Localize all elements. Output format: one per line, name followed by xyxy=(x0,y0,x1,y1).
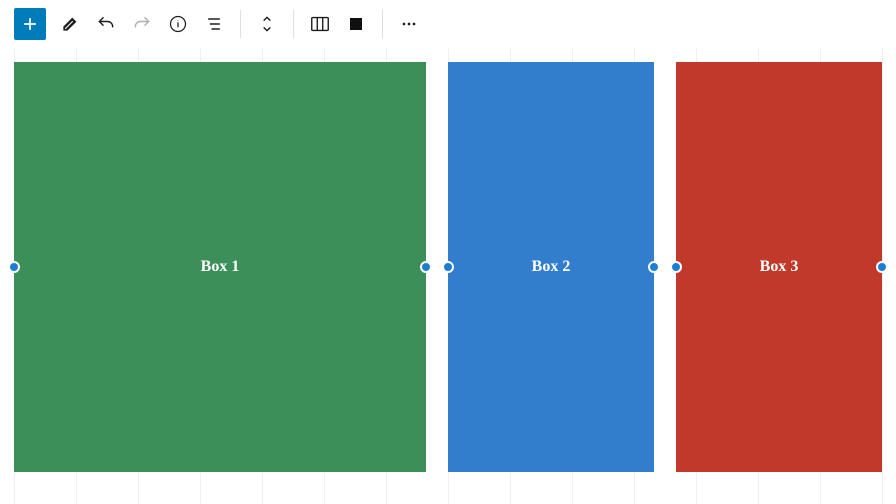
more-options-button[interactable] xyxy=(391,6,427,42)
info-icon xyxy=(168,14,188,34)
document-tools xyxy=(14,6,232,42)
info-button[interactable] xyxy=(160,6,196,42)
columns-block[interactable]: Box 1 Box 2 Box 3 xyxy=(14,62,882,472)
resize-handle-right[interactable] xyxy=(420,261,432,273)
block-type-tools xyxy=(302,6,374,42)
undo-button[interactable] xyxy=(88,6,124,42)
column-box-3[interactable]: Box 3 xyxy=(676,62,882,472)
block-tools xyxy=(249,6,285,42)
tools-button[interactable] xyxy=(52,6,88,42)
resize-handle-right[interactable] xyxy=(876,261,888,273)
redo-icon xyxy=(132,14,152,34)
box-label: Box 1 xyxy=(201,258,240,276)
columns-block-button[interactable] xyxy=(302,6,338,42)
ellipsis-icon xyxy=(399,14,419,34)
color-button[interactable] xyxy=(338,6,374,42)
columns-icon xyxy=(309,13,331,35)
box-label: Box 3 xyxy=(760,258,799,276)
outline-button[interactable] xyxy=(196,6,232,42)
undo-icon xyxy=(96,14,116,34)
redo-button[interactable] xyxy=(124,6,160,42)
resize-handle-left[interactable] xyxy=(442,261,454,273)
block-toolbar xyxy=(0,0,896,48)
resize-handle-left[interactable] xyxy=(8,261,20,273)
move-icon xyxy=(257,13,277,35)
toolbar-divider xyxy=(240,10,241,38)
plus-icon xyxy=(20,14,40,34)
column-box-2[interactable]: Box 2 xyxy=(448,62,654,472)
move-button[interactable] xyxy=(249,6,285,42)
toolbar-divider xyxy=(293,10,294,38)
toolbar-divider xyxy=(382,10,383,38)
color-swatch-icon xyxy=(347,15,365,33)
resize-handle-right[interactable] xyxy=(648,261,660,273)
resize-handle-left[interactable] xyxy=(670,261,682,273)
pencil-icon xyxy=(60,14,80,34)
box-label: Box 2 xyxy=(532,258,571,276)
inserter-button[interactable] xyxy=(14,8,46,40)
column-box-1[interactable]: Box 1 xyxy=(14,62,426,472)
outline-icon xyxy=(204,14,224,34)
